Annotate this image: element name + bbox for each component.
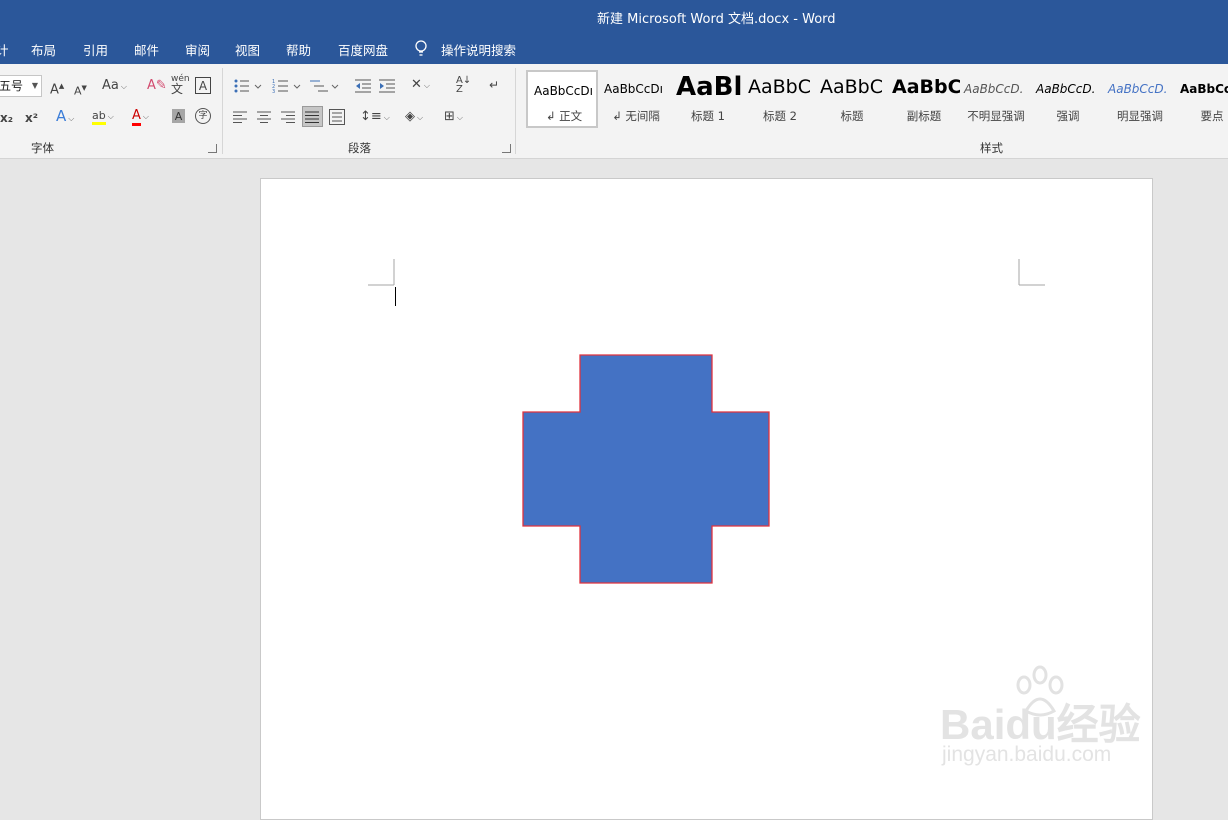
style-name: 强调 xyxy=(1056,109,1080,123)
font-color-label: A xyxy=(132,108,141,126)
clear-formatting-icon[interactable]: A✎ xyxy=(147,78,167,94)
style-emphasis[interactable]: AaBbCcD. 强调 xyxy=(1032,70,1104,128)
distributed-icon[interactable] xyxy=(329,109,345,125)
font-group-label: 字体 xyxy=(31,141,54,155)
style-name: 要点 xyxy=(1200,109,1224,123)
tab-help[interactable]: 帮助 xyxy=(286,40,311,59)
style-normal[interactable]: AaBbCcDı ↲ 正文 xyxy=(526,70,598,128)
increase-indent-icon[interactable] xyxy=(379,78,397,94)
tab-mailings[interactable]: 邮件 xyxy=(134,40,159,59)
character-shading-button[interactable]: A xyxy=(172,109,185,123)
sort-icon[interactable]: A↓ Z xyxy=(456,76,471,95)
shrink-font-icon[interactable]: A▼ xyxy=(74,80,87,100)
lightbulb-icon xyxy=(415,40,427,56)
style-no-spacing[interactable]: AaBbCcDı ↲ 无间隔 xyxy=(600,70,672,128)
divider xyxy=(222,68,223,154)
style-name: 标题 2 xyxy=(763,109,797,123)
style-preview: AaBbC xyxy=(820,76,884,98)
tell-me-search[interactable]: 操作说明搜索 xyxy=(441,40,516,59)
styles-group-label: 样式 xyxy=(980,141,1003,155)
svg-text:3: 3 xyxy=(272,89,275,94)
multilevel-list-icon[interactable] xyxy=(310,78,340,94)
title-bar: 新建 Microsoft Word 文档.docx - Word xyxy=(0,0,1228,32)
chevron-down-icon: ▼ xyxy=(31,81,38,90)
borders-icon[interactable]: ⊞ ⌵ xyxy=(444,109,463,126)
text-effect-label: A xyxy=(56,107,67,125)
style-heading-1[interactable]: AaBl 标题 1 xyxy=(672,70,744,128)
style-preview: AaBbCcD. xyxy=(964,82,1024,96)
tab-references[interactable]: 引用 xyxy=(83,40,108,59)
change-case-label: Aa xyxy=(102,78,119,93)
font-size-value: 五号 xyxy=(0,79,24,93)
style-name: ↲ 正文 xyxy=(545,109,583,123)
font-dialog-launcher-icon[interactable] xyxy=(208,144,217,153)
tab-review[interactable]: 审阅 xyxy=(185,40,210,59)
style-name: 明显强调 xyxy=(1117,109,1163,123)
margin-mark-top-right xyxy=(1018,259,1045,286)
style-preview: AaBl xyxy=(676,72,743,102)
show-hide-marks-icon[interactable]: ↵ xyxy=(489,77,499,93)
style-subtle-emphasis[interactable]: AaBbCcD. 不明显强调 xyxy=(960,70,1032,128)
phonetic-guide-button[interactable]: wén 文 xyxy=(171,74,190,96)
phonetic-bottom: 文 xyxy=(171,82,184,96)
subscript-button[interactable]: x₂ xyxy=(0,110,13,126)
font-size-select[interactable]: 五号 ▼ xyxy=(0,75,42,97)
justify-button[interactable] xyxy=(302,106,323,127)
highlight-button[interactable]: ab ⌵ xyxy=(92,108,114,125)
paragraph-group-label: 段落 xyxy=(348,141,371,155)
style-name: 副标题 xyxy=(906,109,942,123)
style-name: 不明显强调 xyxy=(967,109,1025,123)
margin-mark-top-left xyxy=(368,259,395,286)
style-heading-2[interactable]: AaBbC 标题 2 xyxy=(744,70,816,128)
style-name: 标题 xyxy=(840,109,864,123)
tab-layout[interactable]: 布局 xyxy=(31,40,56,59)
window-title: 新建 Microsoft Word 文档.docx - Word xyxy=(597,12,836,27)
line-spacing-icon[interactable]: ↕≡ ⌵ xyxy=(360,109,390,126)
style-preview: AaBbCcD. xyxy=(1108,82,1168,96)
baidu-watermark: Baidu经验 jingyan.baidu.com xyxy=(940,665,1170,785)
change-case-button[interactable]: Aa ⌵ xyxy=(102,78,127,95)
style-strong[interactable]: AaBbCc 要点 xyxy=(1176,70,1228,128)
style-preview: AaBbCcDı xyxy=(604,82,663,96)
document-area[interactable]: Baidu经验 jingyan.baidu.com xyxy=(0,159,1228,820)
align-right-icon[interactable] xyxy=(281,110,297,124)
highlight-label: ab xyxy=(92,109,106,125)
styles-gallery: AaBbCcDı ↲ 正文 AaBbCcDı ↲ 无间隔 AaBl 标题 1 A… xyxy=(523,70,1228,130)
style-preview: AaBbCcDı xyxy=(534,84,593,98)
justify-icon xyxy=(305,111,319,123)
style-subtitle[interactable]: AaBbC 副标题 xyxy=(888,70,960,128)
bullets-icon[interactable] xyxy=(233,78,263,94)
watermark-url: jingyan.baidu.com xyxy=(942,743,1112,766)
ribbon: 五号 ▼ A▲ A▼ Aa ⌵ A✎ wén 文 A x₂ x² A ⌵ ab ⌵ A ⌵… xyxy=(0,64,1228,159)
tab-view[interactable]: 视图 xyxy=(235,40,260,59)
align-center-icon[interactable] xyxy=(257,110,273,124)
style-preview: AaBbCcD. xyxy=(1036,82,1096,96)
superscript-button[interactable]: x² xyxy=(25,110,38,126)
style-name: ↲ 无间隔 xyxy=(612,109,660,123)
style-name: 标题 1 xyxy=(691,109,725,123)
font-color-button[interactable]: A ⌵ xyxy=(132,108,149,126)
grow-font-icon[interactable]: A▲ xyxy=(50,78,64,98)
chinese-layout-icon[interactable]: ✕ ⌵ xyxy=(411,77,430,94)
style-preview: AaBbCc xyxy=(1180,82,1228,96)
style-preview: AaBbC xyxy=(892,76,960,98)
style-intense-emphasis[interactable]: AaBbCcD. 明显强调 xyxy=(1104,70,1176,128)
enclose-characters-button[interactable]: 字 xyxy=(195,108,211,124)
decrease-indent-icon[interactable] xyxy=(355,78,373,94)
numbering-icon[interactable]: 1 2 3 xyxy=(272,78,302,94)
ribbon-tabs: 计 布局 引用 邮件 审阅 视图 帮助 百度网盘 操作说明搜索 xyxy=(0,32,1228,64)
align-left-icon[interactable] xyxy=(233,110,249,124)
tab-design[interactable]: 计 xyxy=(0,40,9,59)
tab-baidu-netdisk[interactable]: 百度网盘 xyxy=(338,40,388,59)
cross-shape[interactable] xyxy=(522,354,770,584)
style-title[interactable]: AaBbC 标题 xyxy=(816,70,888,128)
style-preview: AaBbC xyxy=(748,76,812,98)
divider xyxy=(515,68,516,154)
character-border-button[interactable]: A xyxy=(195,77,211,94)
paragraph-dialog-launcher-icon[interactable] xyxy=(502,144,511,153)
text-effects-button[interactable]: A ⌵ xyxy=(56,108,74,127)
shading-icon[interactable]: ◈ ⌵ xyxy=(405,109,423,126)
